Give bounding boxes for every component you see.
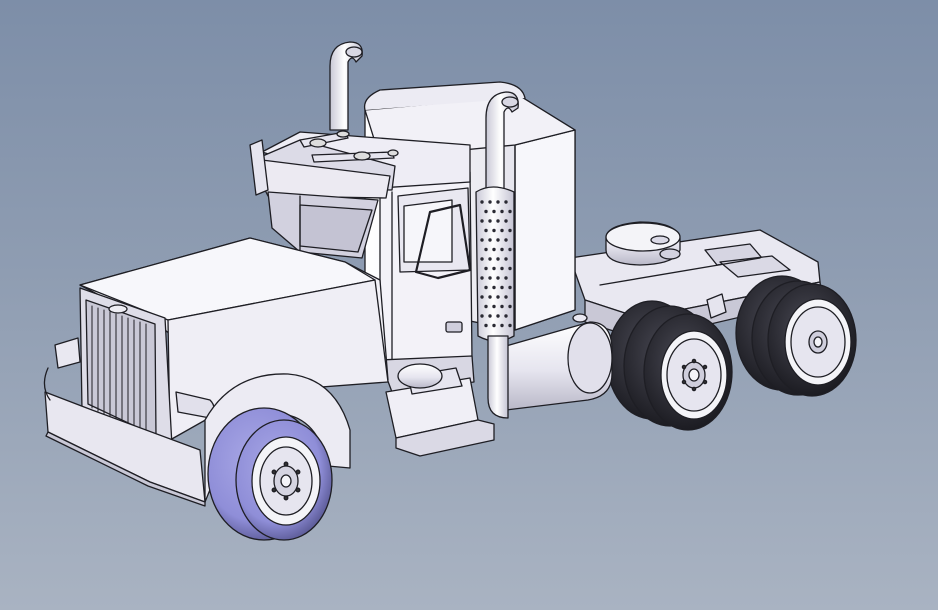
perforation-hole: [504, 295, 508, 299]
perforation-hole: [488, 238, 492, 242]
perforation-hole: [492, 209, 496, 214]
perforation-hole: [496, 238, 500, 242]
perforation-hole: [508, 266, 512, 271]
truck-model: [43, 41, 857, 541]
perforation-hole: [504, 314, 508, 318]
perforation-hole: [508, 247, 512, 252]
perforation-hole: [492, 266, 496, 271]
perforation-hole: [500, 323, 504, 328]
perforation-hole: [500, 228, 504, 233]
perforation-hole: [480, 276, 484, 280]
perforation-hole: [496, 200, 500, 204]
perforation-hole: [508, 304, 512, 309]
perforation-hole: [492, 228, 496, 233]
perforation-hole: [504, 276, 508, 280]
perforation-hole: [500, 266, 504, 271]
perforation-hole: [496, 295, 500, 299]
rear-wheel-mid: [643, 313, 733, 431]
perforation-hole: [508, 323, 512, 328]
perforation-hole: [496, 314, 500, 318]
perforation-hole: [508, 209, 512, 214]
rear-wheel-far: [767, 283, 857, 397]
perforation-hole: [500, 209, 504, 214]
perforation-hole: [508, 285, 512, 290]
perforation-hole: [488, 314, 492, 318]
perforation-hole: [508, 228, 512, 233]
perforation-hole: [484, 323, 488, 328]
perforation-hole: [492, 304, 496, 309]
perforation-hole: [484, 285, 488, 290]
perforation-hole: [480, 238, 484, 242]
perforation-hole: [504, 200, 508, 204]
perforation-hole: [488, 295, 492, 299]
perforation-hole: [496, 257, 500, 261]
deck-tank: [605, 221, 681, 266]
perforation-hole: [480, 295, 484, 299]
perforation-hole: [484, 228, 488, 233]
fuel-tank: [505, 313, 613, 411]
perforation-hole: [500, 285, 504, 290]
perforation-hole: [500, 247, 504, 252]
perforation-hole: [492, 285, 496, 290]
perforation-hole: [480, 219, 484, 223]
perforation-hole: [492, 247, 496, 252]
perforation-hole: [480, 257, 484, 261]
perforation-hole: [488, 257, 492, 261]
perforation-hole: [492, 323, 496, 328]
perforation-hole: [504, 219, 508, 223]
perforation-hole: [488, 276, 492, 280]
perforation-hole: [504, 238, 508, 242]
perforation-hole: [488, 219, 492, 223]
perforation-hole: [500, 304, 504, 309]
exhaust-stack-rear: [329, 41, 363, 131]
step-box: [385, 363, 495, 457]
perforation-hole: [484, 247, 488, 252]
perforation-hole: [488, 200, 492, 204]
perforation-hole: [484, 266, 488, 271]
cad-viewport[interactable]: [0, 0, 938, 610]
perforation-hole: [496, 219, 500, 223]
perforation-hole: [484, 209, 488, 214]
hood-emblem: [108, 304, 128, 314]
perforation-hole: [496, 276, 500, 280]
perforation-hole: [480, 314, 484, 318]
perforation-hole: [504, 257, 508, 261]
perforation-hole: [480, 200, 484, 204]
perforation-hole: [484, 304, 488, 309]
